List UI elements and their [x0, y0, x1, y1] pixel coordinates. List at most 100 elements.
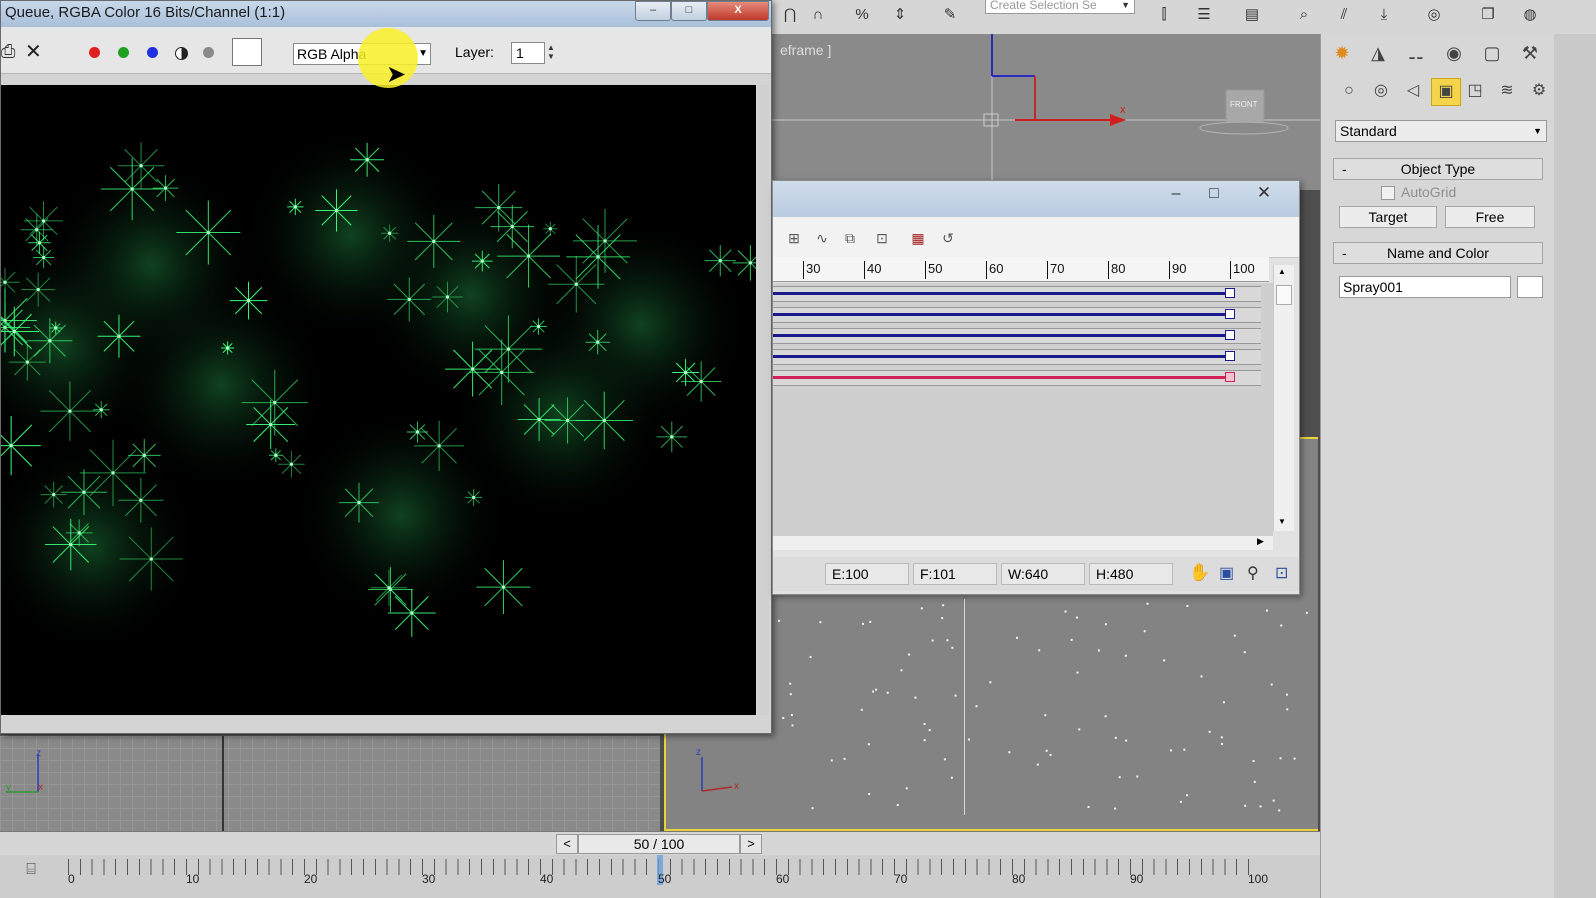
- command-panel-scrollbar[interactable]: [1554, 34, 1596, 898]
- track-range-bar[interactable]: [773, 376, 1229, 379]
- pan-hand-icon[interactable]: ✋: [1189, 563, 1210, 583]
- motion-tab-icon[interactable]: ◉: [1439, 38, 1469, 68]
- viewport-top-right[interactable]: eframe ] x FRONT: [770, 34, 1320, 190]
- track-view-titlebar[interactable]: – □ ✕: [773, 181, 1299, 217]
- mono-channel-icon[interactable]: [203, 47, 214, 58]
- undo-icon[interactable]: ↺: [937, 227, 959, 249]
- red-channel-icon[interactable]: [89, 47, 100, 58]
- scroll-up-icon[interactable]: ▲: [1278, 267, 1286, 276]
- curve-icon[interactable]: ∿: [811, 227, 833, 249]
- frame-ruler[interactable]: 30 40 50 60 70 80 90 100: [773, 257, 1269, 282]
- modify-tab-icon[interactable]: ◮: [1363, 38, 1393, 68]
- emitter-line: [964, 599, 965, 815]
- spinner-snap-icon[interactable]: ⇕: [888, 4, 912, 26]
- scroll-thumb[interactable]: [1276, 285, 1292, 305]
- shapes-icon[interactable]: ◎: [1367, 78, 1395, 104]
- name-color-rollout[interactable]: - Name and Color: [1333, 242, 1543, 264]
- close-button[interactable]: ✕: [1249, 183, 1279, 205]
- scroll-right-icon[interactable]: ▶: [1257, 536, 1264, 547]
- viewport-bottom-left[interactable]: z x y: [0, 735, 660, 832]
- horizontal-scrollbar[interactable]: ▶: [773, 536, 1273, 550]
- percent-snap-icon[interactable]: %: [850, 4, 874, 26]
- object-name-input[interactable]: Spray001: [1339, 276, 1511, 298]
- green-channel-icon[interactable]: [118, 47, 129, 58]
- track-bar[interactable]: ⌸ 0 10 20 30 40 50 60 70 80 90 100: [0, 855, 1320, 898]
- space-warps-icon[interactable]: ≋: [1493, 78, 1521, 104]
- track-end-key[interactable]: [1225, 351, 1235, 361]
- render-frame-icon[interactable]: ◍: [1518, 4, 1542, 26]
- viewport-divider[interactable]: [222, 736, 224, 832]
- color-swatch-button[interactable]: [232, 38, 262, 66]
- named-selection-dropdown[interactable]: Create Selection Se: [985, 0, 1135, 15]
- copy-icon[interactable]: ⧉: [839, 227, 861, 249]
- object-type-rollout[interactable]: - Object Type: [1333, 158, 1543, 180]
- angle-snap-icon[interactable]: ∩: [806, 4, 830, 26]
- track-end-key[interactable]: [1225, 309, 1235, 319]
- mini-curve-editor-icon[interactable]: ⌸: [18, 861, 44, 883]
- hierarchy-tab-icon[interactable]: ⚋: [1401, 38, 1431, 68]
- free-button[interactable]: Free: [1445, 206, 1535, 228]
- scroll-down-icon[interactable]: ▼: [1278, 517, 1286, 526]
- utilities-tab-icon[interactable]: ⚒: [1515, 38, 1545, 68]
- color-picker-icon[interactable]: ▦: [907, 227, 929, 249]
- track-range-bar[interactable]: [773, 313, 1229, 316]
- next-frame-button[interactable]: >: [740, 834, 762, 854]
- print-icon[interactable]: ⎙: [1, 41, 15, 62]
- track-row[interactable]: [773, 349, 1261, 365]
- create-tab-icon[interactable]: ✹: [1327, 38, 1357, 68]
- clear-icon[interactable]: ✕: [25, 39, 42, 64]
- cameras-icon[interactable]: ▣: [1431, 78, 1461, 106]
- mirror-icon[interactable]: ⫿: [1152, 4, 1176, 26]
- track-end-key[interactable]: [1225, 288, 1235, 298]
- zoom-extents-icon[interactable]: ▣: [1219, 563, 1234, 583]
- zoom-icon[interactable]: ⚲: [1247, 563, 1259, 583]
- curve-editor-icon[interactable]: ⫽: [1332, 4, 1356, 26]
- track-row[interactable]: [773, 286, 1261, 302]
- track-range-bar[interactable]: [773, 334, 1229, 337]
- object-color-swatch[interactable]: [1517, 276, 1543, 298]
- track-row[interactable]: [773, 370, 1261, 386]
- minimize-button[interactable]: –: [1161, 185, 1191, 205]
- sparkle: [490, 204, 534, 249]
- graphite-tools-icon[interactable]: ⌕: [1292, 4, 1316, 26]
- track-range-bar[interactable]: [773, 355, 1229, 358]
- close-button[interactable]: X: [707, 1, 769, 21]
- render-setup-icon[interactable]: ❐: [1476, 4, 1500, 26]
- layer-spinner[interactable]: ▲ ▼: [547, 43, 555, 61]
- layer-manager-icon[interactable]: ▤: [1240, 4, 1264, 26]
- snap-toggle-icon[interactable]: ⋂: [778, 4, 802, 26]
- zoom-region-icon[interactable]: ⊡: [1275, 563, 1288, 583]
- paste-icon[interactable]: ⊡: [871, 227, 893, 249]
- material-editor-icon[interactable]: ◎: [1422, 4, 1446, 26]
- align-icon[interactable]: ☰: [1192, 4, 1216, 26]
- track-row[interactable]: [773, 328, 1261, 344]
- target-button[interactable]: Target: [1339, 206, 1437, 228]
- maximize-button[interactable]: □: [671, 1, 707, 21]
- time-slider-thumb[interactable]: 50 / 100: [578, 834, 740, 854]
- geometry-icon[interactable]: ○: [1335, 78, 1363, 104]
- lights-icon[interactable]: ◁: [1399, 78, 1427, 104]
- helpers-icon[interactable]: ◳: [1461, 78, 1489, 104]
- previous-frame-button[interactable]: <: [556, 834, 578, 854]
- render-window-titlebar[interactable]: Queue, RGBA Color 16 Bits/Channel (1:1) …: [1, 1, 771, 27]
- track-end-key[interactable]: [1225, 330, 1235, 340]
- maximize-button[interactable]: □: [1199, 185, 1229, 205]
- blue-channel-icon[interactable]: [147, 47, 158, 58]
- category-dropdown[interactable]: Standard: [1335, 120, 1547, 142]
- viewcube-front-face[interactable]: FRONT: [1230, 100, 1258, 109]
- layer-input[interactable]: 1: [511, 42, 545, 64]
- vertical-scrollbar[interactable]: ▲ ▼: [1273, 265, 1294, 531]
- alpha-channel-icon[interactable]: [175, 47, 188, 60]
- track-range-bar[interactable]: [773, 292, 1229, 295]
- autogrid-checkbox[interactable]: [1381, 186, 1395, 200]
- track-end-key[interactable]: [1225, 372, 1235, 382]
- display-tab-icon[interactable]: ▢: [1477, 38, 1507, 68]
- track-row[interactable]: [773, 307, 1261, 323]
- systems-icon[interactable]: ⚙: [1525, 78, 1553, 104]
- render-scrollbar[interactable]: [759, 85, 769, 715]
- insert-frame-icon[interactable]: ⊞: [783, 227, 805, 249]
- minimize-button[interactable]: –: [635, 1, 671, 21]
- edit-named-selection-icon[interactable]: ✎: [938, 4, 962, 26]
- schematic-view-icon[interactable]: ⤓: [1372, 4, 1396, 26]
- sparkle: [229, 281, 268, 320]
